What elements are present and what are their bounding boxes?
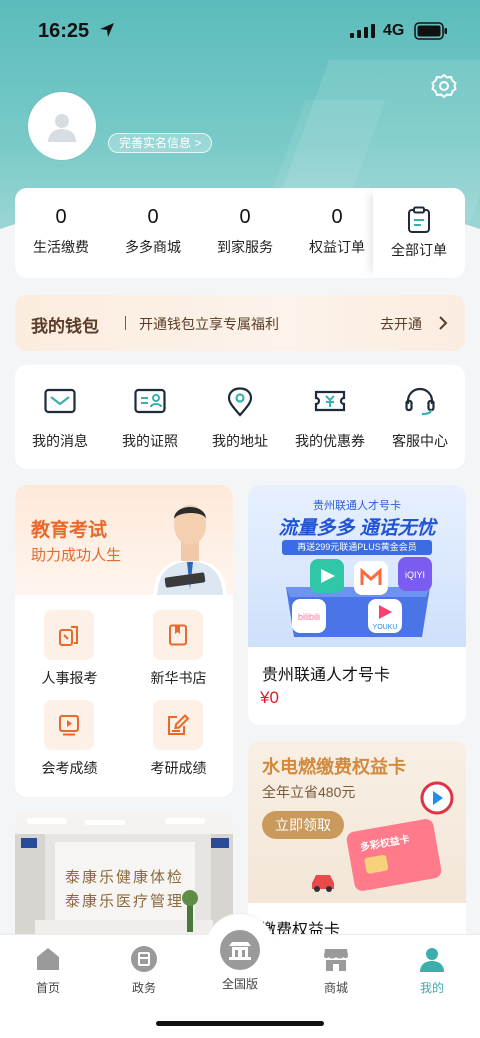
order-item-benefits[interactable]: 0 权益订单 <box>291 188 383 278</box>
order-label: 多多商城 <box>125 239 181 255</box>
book-icon <box>169 624 187 646</box>
clipboard-icon <box>408 206 430 233</box>
realname-link[interactable]: 完善实名信息 > <box>108 133 213 153</box>
order-label: 到家服务 <box>217 239 273 255</box>
status-time: 16:25 <box>38 20 90 42</box>
utility-subtitle: 全年立省480元 <box>262 784 356 800</box>
avatar[interactable] <box>28 92 96 160</box>
service-address[interactable]: 我的地址 <box>195 365 285 469</box>
edu-icon-tile <box>153 700 203 750</box>
edu-icon-tile <box>44 700 94 750</box>
edu-icon-tile <box>153 610 203 660</box>
edit-icon <box>168 714 190 735</box>
banner-top-text: 贵州联通人才号卡 <box>313 500 401 512</box>
status-bar: 16:25 4G <box>0 0 480 60</box>
order-count: 0 <box>239 206 251 228</box>
service-support[interactable]: 客服中心 <box>375 365 465 469</box>
claim-button[interactable]: 立即领取 <box>262 811 344 839</box>
play-badge-icon <box>420 781 454 815</box>
gear-icon[interactable] <box>430 72 458 100</box>
tab-label: 首页 <box>35 981 60 995</box>
service-coupons[interactable]: 我的优惠券 <box>285 365 375 469</box>
wallet-description: 开通钱包立享专属福利 <box>139 316 279 332</box>
id-card-icon <box>134 388 166 414</box>
user-silhouette-icon <box>48 114 76 142</box>
education-title: 教育考试 <box>31 520 108 541</box>
service-label: 我的消息 <box>32 433 88 449</box>
wallet-banner[interactable]: 我的钱包 开通钱包立享专属福利 去开通 <box>15 295 465 351</box>
photo-sign-line1: 泰康乐健康体检 <box>65 868 185 886</box>
national-icon <box>220 930 260 970</box>
talent-card-title: 贵州联通人才号卡 <box>262 667 391 684</box>
services-card: 我的消息 我的证照 我的地址 我的优惠券 客服中心 <box>15 365 465 469</box>
service-label: 我的证照 <box>122 433 178 449</box>
order-count: 0 <box>147 206 159 228</box>
order-count: 0 <box>331 206 343 228</box>
order-item-home-service[interactable]: 0 到家服务 <box>199 188 291 278</box>
order-count: 0 <box>55 206 67 228</box>
service-label: 客服中心 <box>392 433 448 449</box>
teacher-illustration <box>153 505 227 595</box>
service-messages[interactable]: 我的消息 <box>15 365 105 469</box>
all-orders-label: 全部订单 <box>391 242 447 258</box>
banner-strip: 再送299元联通PLUS黄金会员 <box>282 540 432 555</box>
chevron-right-icon <box>439 316 448 330</box>
order-item-bills[interactable]: 0 生活缴费 <box>15 188 107 278</box>
profile-icon <box>420 948 444 972</box>
tab-label: 商城 <box>323 981 348 995</box>
all-orders-button[interactable]: 全部订单 <box>373 188 465 278</box>
health-center-photo[interactable]: 泰康乐健康体检 泰康乐医疗管理 <box>15 812 233 952</box>
tab-label: 全国版 <box>221 977 258 991</box>
car-icon <box>312 875 334 892</box>
utility-title: 水电燃缴费权益卡 <box>262 757 406 777</box>
video-icon <box>59 715 79 736</box>
svg-text:iQIYI: iQIYI <box>405 570 425 580</box>
edu-item-label: 会考成绩 <box>41 760 98 776</box>
service-licenses[interactable]: 我的证照 <box>105 365 195 469</box>
talent-card-price: ¥0 <box>260 688 279 707</box>
app-tiles-illustration: iQIYI bilibili YOUKU <box>286 557 432 637</box>
edu-icon-tile <box>44 610 94 660</box>
edu-item-label: 新华书店 <box>150 670 207 686</box>
service-label: 我的优惠券 <box>295 433 365 449</box>
order-label: 生活缴费 <box>33 239 89 255</box>
education-card[interactable]: 教育考试 助力成功人生 人事报考 新华书店 会考成绩 考研成绩 <box>15 485 233 797</box>
tab-label: 政务 <box>131 981 156 995</box>
headset-icon <box>405 387 435 416</box>
orders-card: 0 生活缴费 0 多多商城 0 到家服务 0 权益订单 全部订单 <box>15 188 465 278</box>
divider <box>125 316 126 330</box>
location-icon <box>227 387 253 417</box>
government-icon <box>131 946 157 972</box>
home-indicator[interactable] <box>156 1021 324 1026</box>
photo-sign-line2: 泰康乐医疗管理 <box>65 892 185 910</box>
tab-label: 我的 <box>419 981 444 995</box>
battery-icon <box>414 22 447 40</box>
order-label: 权益订单 <box>309 239 365 255</box>
exam-register-icon <box>59 626 78 646</box>
talent-banner: 贵州联通人才号卡 流量多多 通话无忧 再送299元联通PLUS黄金会员 iQIY… <box>248 485 466 647</box>
utility-benefit-card[interactable]: 水电燃缴费权益卡 全年立省480元 立即领取 多彩权益卡 缴费权益卡 <box>248 741 466 961</box>
education-subtitle: 助力成功人生 <box>31 547 122 564</box>
location-arrow-icon <box>100 23 114 37</box>
edu-item-label: 人事报考 <box>41 670 98 686</box>
wallet-title: 我的钱包 <box>31 317 99 336</box>
svg-text:bilibili: bilibili <box>298 612 320 622</box>
coupon-icon <box>314 390 346 412</box>
home-icon <box>37 948 59 970</box>
talent-sim-card[interactable]: 贵州联通人才号卡 流量多多 通话无忧 再送299元联通PLUS黄金会员 iQIY… <box>248 485 466 725</box>
signal-icon <box>350 24 375 38</box>
order-item-mall[interactable]: 0 多多商城 <box>107 188 199 278</box>
network-label: 4G <box>383 22 405 39</box>
mail-icon <box>44 388 76 414</box>
benefit-card-text: 多彩权益卡 <box>359 834 411 854</box>
wallet-open-link[interactable]: 去开通 <box>380 314 422 334</box>
svg-text:YOUKU: YOUKU <box>373 624 398 631</box>
banner-headline: 流量多多 通话无忧 <box>278 518 436 539</box>
edu-item-label: 考研成绩 <box>150 760 207 776</box>
service-label: 我的地址 <box>212 433 268 449</box>
store-icon <box>324 949 348 971</box>
